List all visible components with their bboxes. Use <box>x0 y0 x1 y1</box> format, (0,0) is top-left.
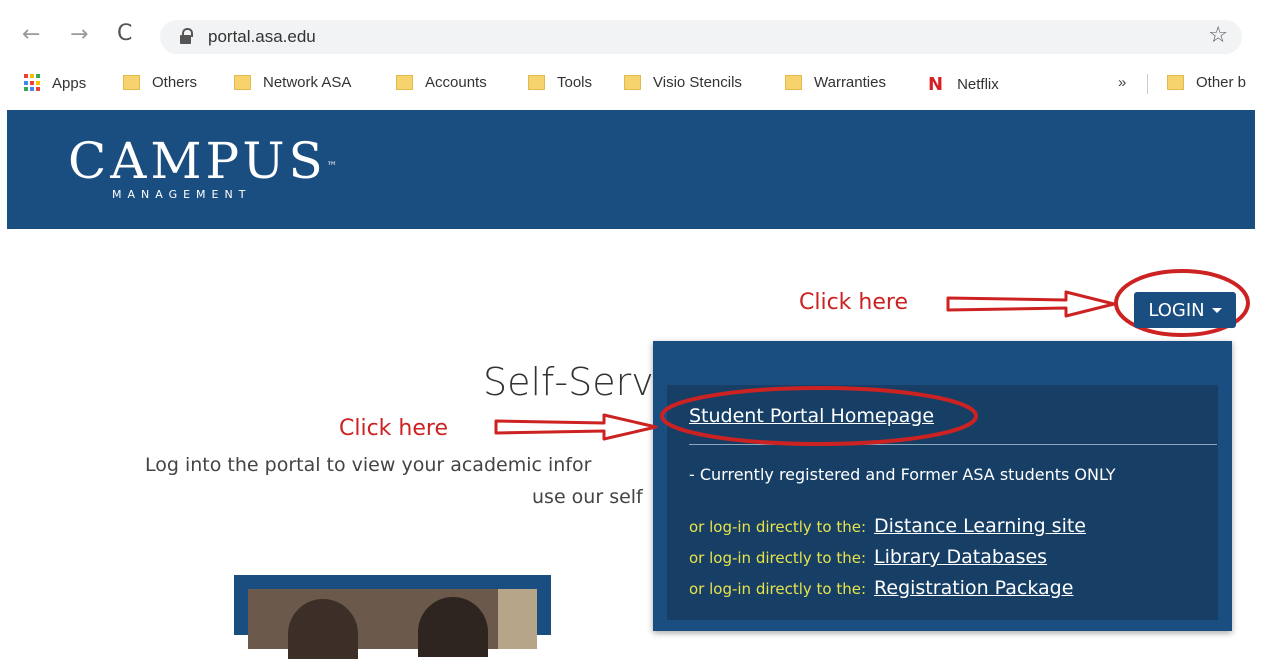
back-arrow-icon[interactable]: ← <box>22 24 40 46</box>
browser-toolbar: ← → C portal.asa.edu ☆ <box>0 12 1269 58</box>
login-label: LOGIN <box>1148 299 1205 321</box>
lock-icon <box>180 28 193 44</box>
logo-main-text: CAMPUS™ <box>68 132 337 190</box>
link-prefix: or log-in directly to the: <box>689 518 867 536</box>
bookmark-label: Accounts <box>425 74 487 91</box>
bookmark-apps[interactable]: Apps <box>24 74 86 92</box>
reload-icon[interactable]: C <box>117 23 132 45</box>
annotation-click-here-portal: Click here <box>339 416 448 441</box>
login-dropdown-button[interactable]: LOGIN <box>1134 292 1236 328</box>
dropdown-link-row: or log-in directly to the: Distance Lear… <box>689 515 1086 537</box>
students-photo <box>234 575 551 659</box>
distance-learning-link[interactable]: Distance Learning site <box>874 515 1086 537</box>
annotation-arrow-portal <box>494 413 658 441</box>
bookmark-label: Netflix <box>957 76 999 93</box>
folder-icon <box>123 75 140 90</box>
bookmark-other-bookmarks[interactable]: Other b <box>1167 74 1246 91</box>
folder-icon <box>528 75 545 90</box>
annotation-circle-portal <box>660 386 978 446</box>
annotation-arrow-login <box>946 290 1116 318</box>
bookmark-label: Network ASA <box>263 74 352 91</box>
bookmark-label: Apps <box>52 74 87 92</box>
eligibility-note: - Currently registered and Former ASA st… <box>689 465 1116 484</box>
folder-icon <box>624 75 641 90</box>
link-prefix: or log-in directly to the: <box>689 549 867 567</box>
bookmarks-bar: Apps Others Network ASA Accounts Tools V… <box>0 68 1269 100</box>
folder-icon <box>396 75 413 90</box>
annotation-click-here-login: Click here <box>799 290 908 315</box>
bookmarks-overflow-button[interactable]: » <box>1118 74 1126 91</box>
link-prefix: or log-in directly to the: <box>689 580 867 598</box>
forward-arrow-icon[interactable]: → <box>70 24 88 46</box>
campus-management-logo[interactable]: CAMPUS™ MANAGEMENT <box>68 136 337 201</box>
caret-down-icon <box>1211 307 1222 313</box>
apps-icon <box>24 74 42 92</box>
netflix-icon: N <box>928 74 944 95</box>
site-header: CAMPUS™ MANAGEMENT <box>7 110 1255 229</box>
folder-icon <box>785 75 802 90</box>
bookmark-label: Visio Stencils <box>653 74 742 91</box>
page-description-line1: Log into the portal to view your academi… <box>145 454 592 476</box>
bookmark-accounts[interactable]: Accounts <box>396 74 487 91</box>
bookmark-netflix[interactable]: N Netflix <box>928 74 999 95</box>
page-description-line2: use our self <box>532 486 643 508</box>
folder-icon <box>1167 75 1184 90</box>
bookmark-others[interactable]: Others <box>123 74 197 91</box>
dropdown-link-row: or log-in directly to the: Registration … <box>689 577 1073 599</box>
bookmark-label: Others <box>152 74 198 91</box>
folder-icon <box>234 75 251 90</box>
library-databases-link[interactable]: Library Databases <box>874 546 1047 568</box>
bookmark-visio-stencils[interactable]: Visio Stencils <box>624 74 742 91</box>
bookmark-network-asa[interactable]: Network ASA <box>234 74 351 91</box>
page-heading: Self-Serv <box>483 360 654 404</box>
bookmark-label: Tools <box>557 74 593 91</box>
address-bar[interactable]: portal.asa.edu ☆ <box>160 20 1242 54</box>
bookmark-warranties[interactable]: Warranties <box>785 74 886 91</box>
url-text[interactable]: portal.asa.edu <box>208 27 316 47</box>
registration-package-link[interactable]: Registration Package <box>874 577 1073 599</box>
bookmark-star-icon[interactable]: ☆ <box>1208 23 1228 48</box>
bookmarks-divider <box>1147 74 1148 94</box>
bookmark-label: Other b <box>1196 74 1247 91</box>
bookmark-label: Warranties <box>814 74 886 91</box>
bookmark-tools[interactable]: Tools <box>528 74 592 91</box>
dropdown-link-row: or log-in directly to the: Library Datab… <box>689 546 1047 568</box>
